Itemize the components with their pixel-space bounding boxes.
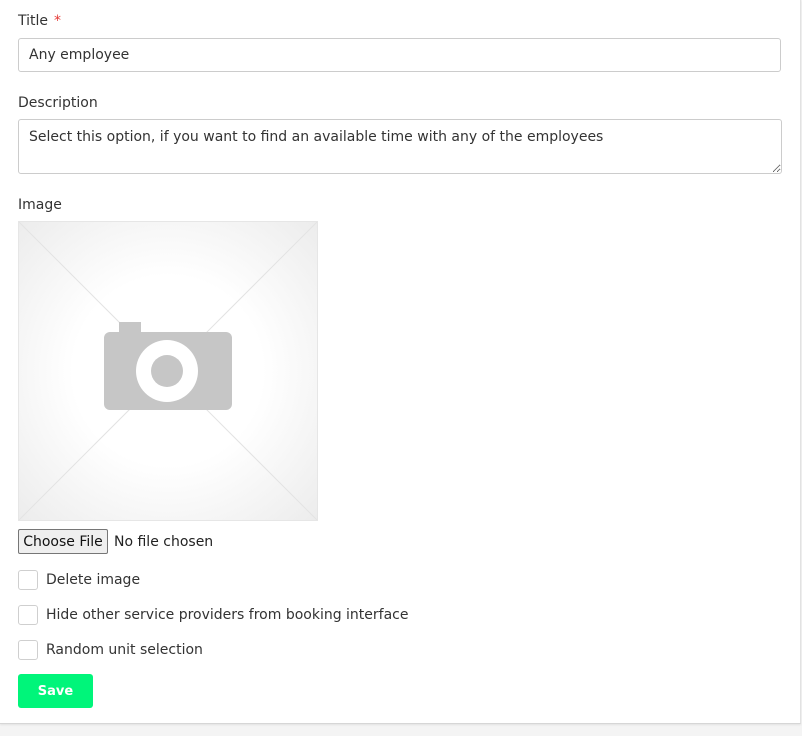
- camera-icon: [18, 221, 318, 521]
- image-label: Image: [18, 197, 62, 213]
- image-placeholder: [18, 221, 318, 521]
- delete-image-label: Delete image: [46, 572, 141, 588]
- hide-providers-label: Hide other service providers from bookin…: [46, 607, 409, 623]
- description-textarea[interactable]: Select this option, if you want to find …: [18, 119, 782, 174]
- title-label-text: Title: [18, 13, 49, 29]
- form-panel: Title * Description Select this option, i…: [0, 0, 801, 724]
- file-status-text: No file chosen: [114, 534, 214, 550]
- random-unit-checkbox[interactable]: [18, 640, 38, 660]
- choose-file-button[interactable]: Choose File: [18, 529, 108, 554]
- title-input[interactable]: [18, 38, 781, 72]
- description-label: Description: [18, 95, 98, 111]
- required-marker: *: [54, 13, 62, 29]
- title-label: Title *: [18, 12, 61, 30]
- delete-image-checkbox[interactable]: [18, 570, 38, 590]
- save-button[interactable]: Save: [18, 674, 93, 708]
- hide-providers-checkbox[interactable]: [18, 605, 38, 625]
- random-unit-label: Random unit selection: [46, 642, 203, 658]
